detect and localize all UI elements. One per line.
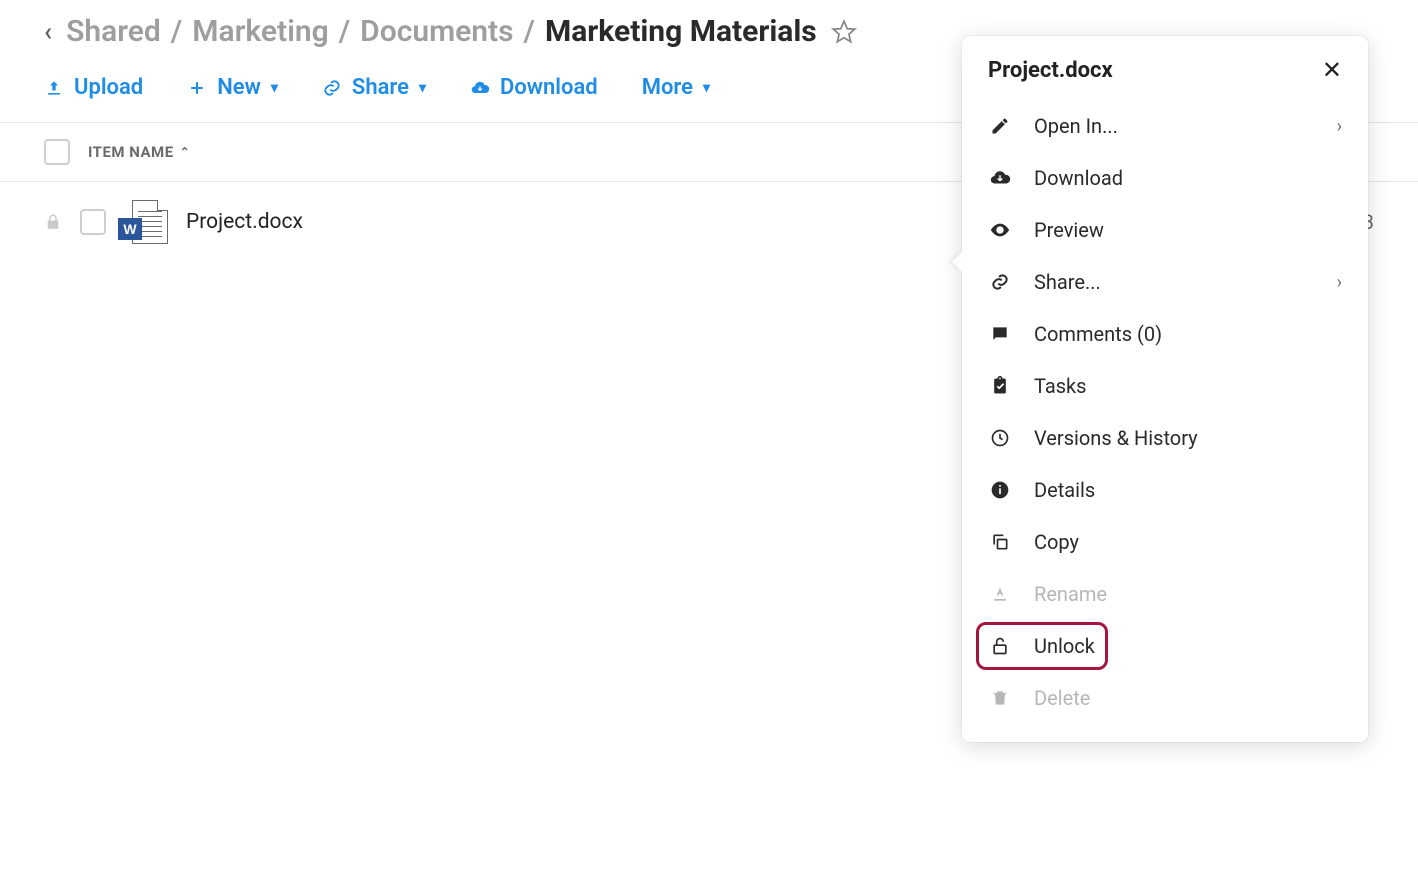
- upload-label: Upload: [74, 75, 143, 100]
- unlock-icon: [988, 636, 1012, 656]
- file-name[interactable]: Project.docx: [186, 210, 303, 234]
- share-button[interactable]: Share ▾: [322, 75, 426, 100]
- context-menu-item-label: Unlock: [1034, 634, 1095, 658]
- column-item-name[interactable]: ITEM NAME ⌃: [88, 143, 190, 161]
- context-menu-item-label: Share...: [1034, 270, 1101, 294]
- breadcrumb-separator: /: [524, 14, 535, 49]
- rename-icon: [988, 584, 1012, 604]
- context-menu: Project.docx ✕ Open In... › Download Previe…: [962, 36, 1368, 742]
- more-button[interactable]: More ▾: [642, 75, 710, 100]
- lock-icon: [44, 213, 62, 231]
- link-icon: [322, 78, 342, 98]
- chevron-down-icon: ▾: [419, 80, 426, 96]
- context-menu-item-comment[interactable]: Comments (0): [962, 308, 1368, 360]
- context-menu-item-label: Preview: [1034, 218, 1104, 242]
- context-menu-item-label: Rename: [1034, 582, 1107, 606]
- word-document-icon: W: [124, 200, 168, 244]
- breadcrumb-part-0[interactable]: Shared: [66, 14, 161, 49]
- context-menu-item-rename: Rename: [962, 568, 1368, 620]
- trash-icon: [988, 688, 1012, 708]
- comment-icon: [988, 324, 1012, 344]
- download-button[interactable]: Download: [470, 75, 598, 100]
- clock-icon: [988, 428, 1012, 448]
- context-menu-header: Project.docx ✕: [962, 56, 1368, 100]
- context-menu-item-info[interactable]: Details: [962, 464, 1368, 516]
- cloud-down-icon: [988, 167, 1012, 189]
- link-icon: [988, 272, 1012, 292]
- context-menu-item-task[interactable]: Tasks: [962, 360, 1368, 412]
- context-menu-item-label: Download: [1034, 166, 1123, 190]
- context-menu-item-label: Comments (0): [1034, 322, 1162, 346]
- context-menu-item-pencil[interactable]: Open In... ›: [962, 100, 1368, 152]
- chevron-down-icon: ▾: [271, 80, 278, 96]
- more-label: More: [642, 75, 693, 100]
- info-icon: [988, 480, 1012, 500]
- new-label: New: [217, 75, 261, 100]
- context-menu-item-clock[interactable]: Versions & History: [962, 412, 1368, 464]
- back-button[interactable]: ‹: [44, 17, 52, 47]
- context-menu-item-label: Copy: [1034, 530, 1079, 554]
- chevron-right-icon: ›: [1337, 272, 1342, 293]
- breadcrumb-current: Marketing Materials: [545, 14, 817, 49]
- context-menu-title: Project.docx: [988, 58, 1113, 83]
- upload-icon: [44, 78, 64, 98]
- context-menu-item-label: Delete: [1034, 686, 1090, 710]
- chevron-down-icon: ▾: [703, 80, 710, 96]
- context-menu-item-label: Tasks: [1034, 374, 1087, 398]
- menu-pointer: [952, 252, 962, 272]
- favorite-star-icon[interactable]: [831, 19, 857, 45]
- breadcrumb-part-2[interactable]: Documents: [360, 14, 513, 49]
- context-menu-item-trash: Delete: [962, 672, 1368, 724]
- context-menu-item-cloud-down[interactable]: Download: [962, 152, 1368, 204]
- context-menu-item-label: Details: [1034, 478, 1095, 502]
- plus-icon: [187, 78, 207, 98]
- chevron-right-icon: ›: [1337, 116, 1342, 137]
- context-menu-item-link[interactable]: Share... ›: [962, 256, 1368, 308]
- upload-button[interactable]: Upload: [44, 75, 143, 100]
- copy-icon: [988, 532, 1012, 552]
- sort-ascending-icon: ⌃: [180, 145, 191, 159]
- breadcrumb-separator: /: [171, 14, 182, 49]
- context-menu-item-label: Open In...: [1034, 114, 1118, 138]
- new-button[interactable]: New ▾: [187, 75, 278, 100]
- pencil-icon: [988, 116, 1012, 136]
- context-menu-item-eye[interactable]: Preview: [962, 204, 1368, 256]
- context-menu-item-label: Versions & History: [1034, 426, 1198, 450]
- cloud-download-icon: [470, 78, 490, 98]
- close-icon[interactable]: ✕: [1322, 56, 1342, 84]
- select-all-checkbox[interactable]: [44, 139, 70, 165]
- eye-icon: [988, 219, 1012, 241]
- share-label: Share: [352, 75, 409, 100]
- column-item-name-label: ITEM NAME: [88, 143, 174, 161]
- breadcrumb-separator: /: [339, 14, 350, 49]
- breadcrumb-part-1[interactable]: Marketing: [192, 14, 329, 49]
- task-icon: [988, 376, 1012, 396]
- row-checkbox[interactable]: [80, 209, 106, 235]
- download-label: Download: [500, 75, 598, 100]
- context-menu-item-copy[interactable]: Copy: [962, 516, 1368, 568]
- context-menu-item-unlock[interactable]: Unlock: [962, 620, 1368, 672]
